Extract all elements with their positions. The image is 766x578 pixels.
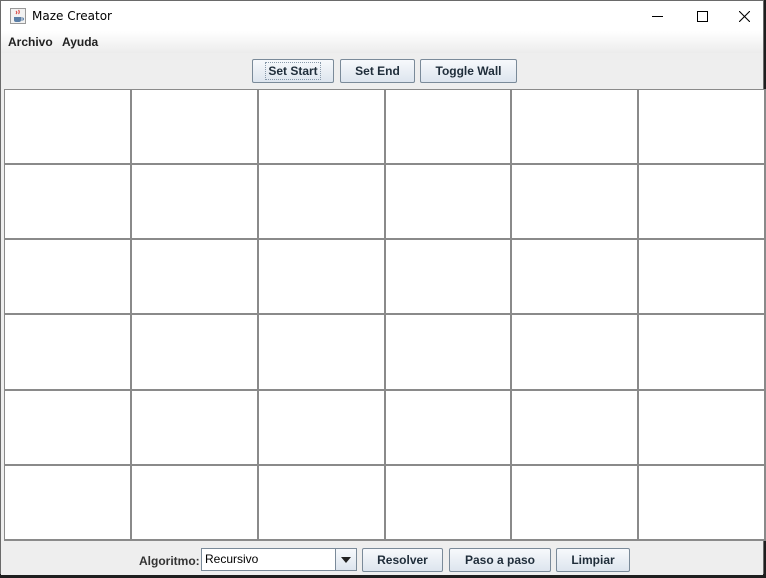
menu-archivo[interactable]: Archivo <box>8 35 53 49</box>
dropdown-arrow-button[interactable] <box>335 549 356 570</box>
minimize-button[interactable] <box>635 1 680 31</box>
maze-cell[interactable] <box>5 465 132 541</box>
maze-cell[interactable] <box>512 90 640 166</box>
maze-cell[interactable] <box>258 240 386 316</box>
limpiar-label: Limpiar <box>571 553 615 567</box>
maze-cell[interactable] <box>512 315 640 391</box>
paso-a-paso-label: Paso a paso <box>464 553 536 567</box>
maze-cell[interactable] <box>258 465 386 541</box>
maze-cell[interactable] <box>258 90 386 166</box>
java-coffee-cup-icon <box>10 8 26 24</box>
set-start-label: Set Start <box>265 62 321 80</box>
maze-cell[interactable] <box>512 165 640 241</box>
toolbar: Set Start Set End Toggle Wall <box>1 53 763 89</box>
maze-cell[interactable] <box>5 240 132 316</box>
toggle-wall-button[interactable]: Toggle Wall <box>420 59 517 83</box>
maze-cell[interactable] <box>639 90 766 166</box>
toggle-wall-label: Toggle Wall <box>435 64 502 78</box>
algorithm-label: Algoritmo: <box>139 554 200 568</box>
minimize-icon <box>652 15 663 17</box>
maze-grid <box>4 89 766 541</box>
chevron-down-icon <box>341 556 351 563</box>
window-title: Maze Creator <box>32 9 112 23</box>
maze-cell[interactable] <box>258 390 386 466</box>
maze-cell[interactable] <box>131 240 259 316</box>
resolver-label: Resolver <box>377 553 428 567</box>
menu-bar: Archivo Ayuda <box>1 31 763 53</box>
algorithm-select[interactable]: Recursivo <box>201 548 357 571</box>
maze-cell[interactable] <box>385 315 513 391</box>
maze-cell[interactable] <box>385 165 513 241</box>
close-icon <box>739 10 750 22</box>
close-button[interactable] <box>722 1 766 31</box>
maze-cell[interactable] <box>131 315 259 391</box>
maze-cell[interactable] <box>5 315 132 391</box>
set-end-label: Set End <box>355 64 400 78</box>
maze-cell[interactable] <box>512 390 640 466</box>
maze-cell[interactable] <box>385 240 513 316</box>
maze-cell[interactable] <box>5 390 132 466</box>
app-window: Maze Creator Archivo Ayuda Set Start Set… <box>0 0 766 575</box>
maze-cell[interactable] <box>639 165 766 241</box>
maze-cell[interactable] <box>385 465 513 541</box>
limpiar-button[interactable]: Limpiar <box>556 548 630 572</box>
maze-cell[interactable] <box>639 240 766 316</box>
resolver-button[interactable]: Resolver <box>362 548 443 572</box>
menu-ayuda[interactable]: Ayuda <box>62 35 98 49</box>
algorithm-selected-value: Recursivo <box>205 552 259 566</box>
maze-cell[interactable] <box>131 390 259 466</box>
bottom-controls: Algoritmo: Recursivo Resolver Paso a pas… <box>1 543 763 575</box>
maximize-button[interactable] <box>680 1 725 31</box>
maze-cell[interactable] <box>639 315 766 391</box>
title-bar[interactable]: Maze Creator <box>1 1 763 31</box>
maze-cell[interactable] <box>639 465 766 541</box>
maze-cell[interactable] <box>258 315 386 391</box>
maze-cell[interactable] <box>512 465 640 541</box>
maze-cell[interactable] <box>385 390 513 466</box>
maze-cell[interactable] <box>5 90 132 166</box>
maze-cell[interactable] <box>131 465 259 541</box>
maze-cell[interactable] <box>131 165 259 241</box>
maximize-icon <box>697 10 708 22</box>
maze-cell[interactable] <box>258 165 386 241</box>
set-start-button[interactable]: Set Start <box>252 59 334 83</box>
paso-a-paso-button[interactable]: Paso a paso <box>449 548 551 572</box>
maze-cell[interactable] <box>131 90 259 166</box>
maze-cell[interactable] <box>385 90 513 166</box>
maze-cell[interactable] <box>512 240 640 316</box>
maze-cell[interactable] <box>5 165 132 241</box>
maze-cell[interactable] <box>639 390 766 466</box>
set-end-button[interactable]: Set End <box>340 59 415 83</box>
